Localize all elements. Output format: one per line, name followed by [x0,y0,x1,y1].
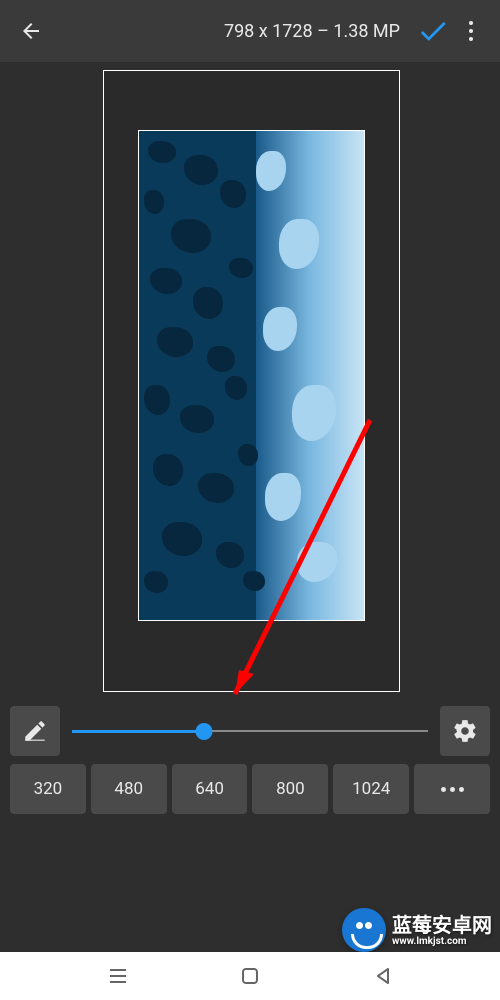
watermark: 蓝莓安卓网 www.lmkjst.com [342,908,492,952]
preset-320[interactable]: 320 [10,764,86,814]
overflow-menu-button[interactable] [454,10,488,52]
watermark-url: www.lmkjst.com [392,936,492,947]
canvas-area [0,62,500,702]
preset-480[interactable]: 480 [91,764,167,814]
system-navbar [0,952,500,1000]
nav-recents-button[interactable] [103,961,133,991]
square-icon [242,968,258,984]
preset-row: 320 480 640 800 1024 [10,764,490,814]
triangle-left-icon [375,967,391,985]
gear-icon [452,718,478,744]
arrow-left-icon [19,19,43,43]
settings-button[interactable] [440,706,490,756]
dots-vertical-icon [469,21,473,25]
watermark-logo-icon [342,908,386,952]
size-slider[interactable] [72,706,428,756]
edit-icon [22,718,48,744]
preset-1024[interactable]: 1024 [333,764,409,814]
watermark-name: 蓝莓安卓网 [392,914,492,936]
back-button[interactable] [12,12,50,50]
image-dimensions-label: 798 x 1728 – 1.38 MP [224,21,400,42]
edit-button[interactable] [10,706,60,756]
menu-icon [109,967,127,985]
slider-fill [72,730,204,733]
image-preview[interactable] [138,130,365,621]
nav-home-button[interactable] [235,961,265,991]
slider-thumb[interactable] [195,723,212,740]
nav-back-button[interactable] [368,961,398,991]
controls-panel: 320 480 640 800 1024 [0,702,500,814]
dots-horizontal-icon [441,787,464,792]
app-header: 798 x 1728 – 1.38 MP [0,0,500,62]
confirm-button[interactable] [412,10,454,52]
check-icon [416,14,450,48]
preset-800[interactable]: 800 [252,764,328,814]
preset-640[interactable]: 640 [172,764,248,814]
preset-more-button[interactable] [414,764,490,814]
